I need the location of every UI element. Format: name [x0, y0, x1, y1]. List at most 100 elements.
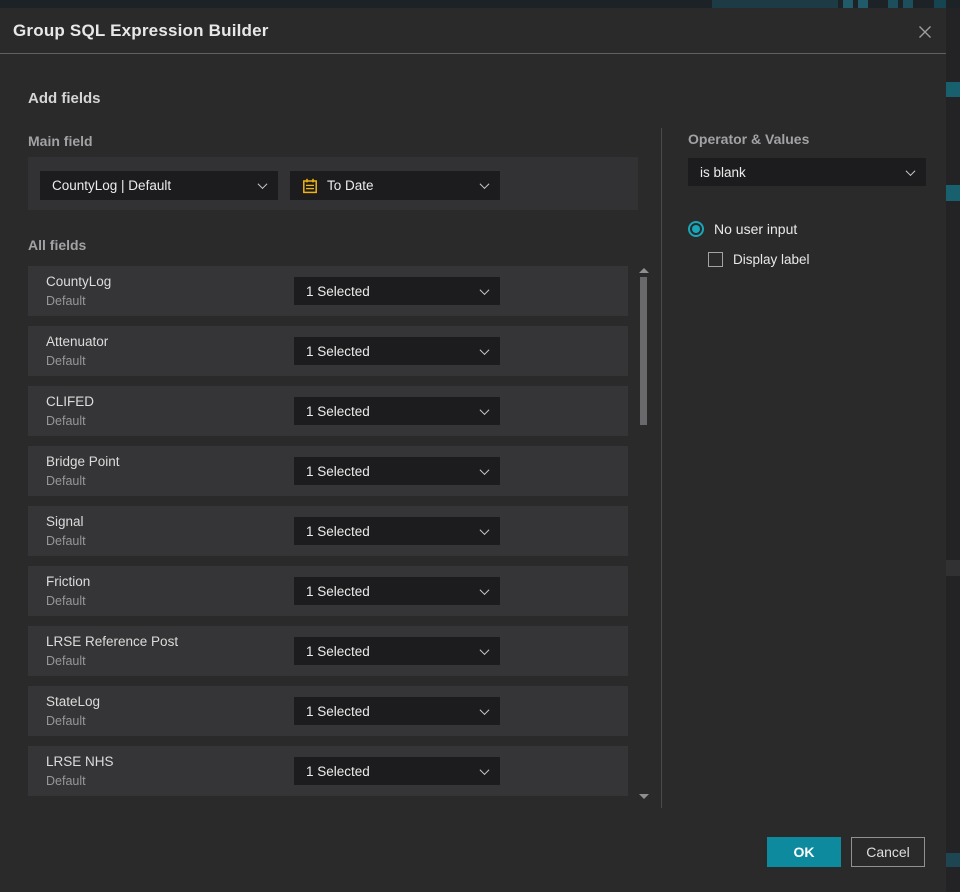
background-app-top-strip: Live view [0, 0, 960, 8]
dropdown-value: 1 Selected [306, 283, 370, 299]
all-fields-list: CountyLog Default 1 Selected Attenuator … [28, 266, 628, 796]
field-row: LRSE NHS Default 1 Selected [28, 746, 628, 796]
dropdown-value: 1 Selected [306, 463, 370, 479]
dropdown-value: 1 Selected [306, 523, 370, 539]
background-list-item [946, 853, 960, 867]
radio-dot [692, 225, 700, 233]
field-row: Bridge Point Default 1 Selected [28, 446, 628, 496]
background-list-item [946, 185, 960, 201]
dropdown-value: 1 Selected [306, 703, 370, 719]
field-name: Friction [46, 574, 91, 589]
field-name: CLIFED [46, 394, 95, 409]
background-list-item [946, 82, 960, 97]
main-field-type-select[interactable]: To Date [290, 171, 500, 200]
field-name: StateLog [46, 694, 101, 709]
dialog-title-bar: Group SQL Expression Builder [0, 8, 946, 54]
field-name: Attenuator [46, 334, 109, 349]
field-subtitle: Default [46, 534, 86, 548]
dropdown-value: To Date [327, 178, 374, 193]
dropdown-value: 1 Selected [306, 643, 370, 659]
field-name: Signal [46, 514, 84, 529]
chevron-down-icon [479, 464, 490, 475]
chevron-down-icon [257, 179, 268, 190]
field-subtitle: Default [46, 594, 86, 608]
dropdown-value: CountyLog | Default [52, 178, 172, 193]
close-icon [919, 26, 931, 38]
chevron-down-icon [479, 644, 490, 655]
dropdown-value: 1 Selected [306, 763, 370, 779]
background-toolbar-segment [934, 0, 946, 8]
field-selected-dropdown[interactable]: 1 Selected [294, 517, 500, 545]
chevron-down-icon [479, 524, 490, 535]
chevron-down-icon [479, 284, 490, 295]
main-field-label: Main field [28, 133, 93, 149]
chevron-down-icon [479, 404, 490, 415]
field-subtitle: Default [46, 774, 86, 788]
display-label-checkbox[interactable]: Display label [708, 252, 810, 267]
section-heading: Add fields [28, 90, 101, 107]
background-app-right-strip [946, 8, 960, 892]
field-selected-dropdown[interactable]: 1 Selected [294, 337, 500, 365]
all-fields-label: All fields [28, 237, 87, 253]
field-subtitle: Default [46, 654, 86, 668]
field-row: CountyLog Default 1 Selected [28, 266, 628, 316]
no-user-input-radio[interactable]: No user input [688, 221, 797, 237]
main-field-select[interactable]: CountyLog | Default [40, 171, 278, 200]
live-view-label: Live view [739, 0, 790, 2]
field-row: Signal Default 1 Selected [28, 506, 628, 556]
field-selected-dropdown[interactable]: 1 Selected [294, 277, 500, 305]
scroll-up-icon[interactable] [639, 268, 649, 273]
live-view-button[interactable]: Live view [712, 0, 838, 8]
chevron-down-icon [479, 344, 490, 355]
screen: Live view Group SQL Expression Builder A… [0, 0, 960, 892]
dropdown-value: 1 Selected [306, 583, 370, 599]
field-name: LRSE Reference Post [46, 634, 179, 649]
background-toolbar-segment [903, 0, 913, 8]
cancel-button[interactable]: Cancel [851, 837, 925, 867]
close-button[interactable] [914, 21, 936, 43]
dropdown-value: 1 Selected [306, 403, 370, 419]
chevron-down-icon [479, 584, 490, 595]
field-selected-dropdown[interactable]: 1 Selected [294, 637, 500, 665]
field-row: CLIFED Default 1 Selected [28, 386, 628, 436]
chevron-down-icon [905, 165, 916, 176]
field-name: Bridge Point [46, 454, 120, 469]
group-sql-expression-builder-dialog: Group SQL Expression Builder Add fields … [0, 8, 946, 892]
field-selected-dropdown[interactable]: 1 Selected [294, 757, 500, 785]
radio-label: No user input [714, 221, 798, 237]
scroll-down-icon[interactable] [639, 794, 649, 799]
ok-button[interactable]: OK [767, 837, 841, 867]
column-divider [661, 128, 662, 808]
main-field-panel: CountyLog | Default To Date [28, 157, 638, 210]
field-row: LRSE Reference Post Default 1 Selected [28, 626, 628, 676]
field-row: Attenuator Default 1 Selected [28, 326, 628, 376]
field-subtitle: Default [46, 294, 86, 308]
field-subtitle: Default [46, 414, 86, 428]
field-subtitle: Default [46, 354, 86, 368]
dialog-title: Group SQL Expression Builder [13, 20, 269, 40]
field-selected-dropdown[interactable]: 1 Selected [294, 457, 500, 485]
background-toolbar-segment [843, 0, 853, 8]
chevron-down-icon [479, 764, 490, 775]
field-selected-dropdown[interactable]: 1 Selected [294, 577, 500, 605]
operator-values-label: Operator & Values [688, 131, 810, 147]
field-subtitle: Default [46, 474, 86, 488]
field-selected-dropdown[interactable]: 1 Selected [294, 397, 500, 425]
calendar-icon [303, 178, 317, 193]
field-selected-dropdown[interactable]: 1 Selected [294, 697, 500, 725]
background-toolbar-segment [888, 0, 898, 8]
scrollbar-thumb[interactable] [640, 277, 647, 425]
dropdown-value: 1 Selected [306, 343, 370, 359]
radio-selected-icon [688, 221, 704, 237]
field-row: Friction Default 1 Selected [28, 566, 628, 616]
field-name: LRSE NHS [46, 754, 114, 769]
operator-select[interactable]: is blank [688, 158, 926, 186]
field-row: StateLog Default 1 Selected [28, 686, 628, 736]
checkbox-label: Display label [733, 252, 810, 267]
dropdown-value: is blank [700, 164, 746, 180]
chevron-down-icon [479, 179, 490, 190]
field-subtitle: Default [46, 714, 86, 728]
field-name: CountyLog [46, 274, 112, 289]
checkbox-unchecked-icon [708, 252, 723, 267]
chevron-down-icon [479, 704, 490, 715]
